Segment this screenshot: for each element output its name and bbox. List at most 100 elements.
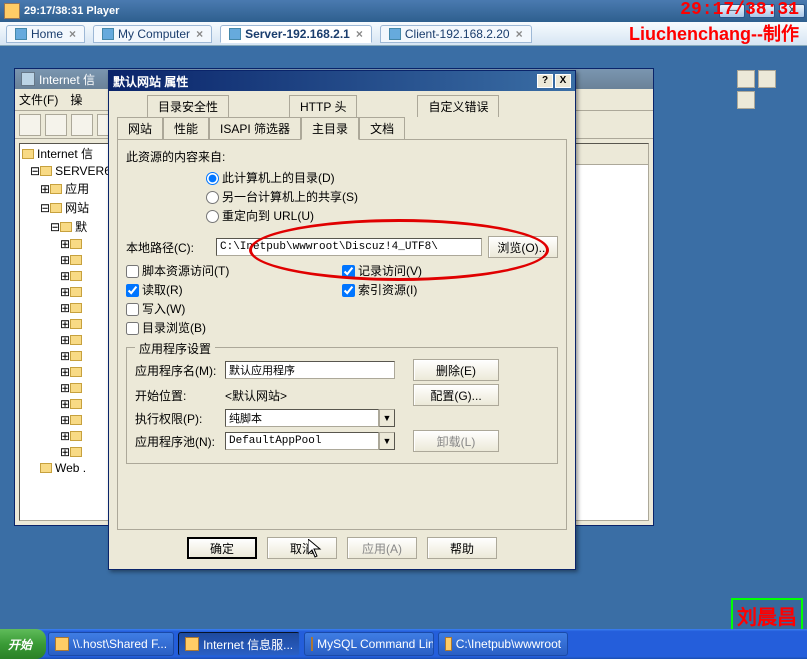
folder-icon (70, 415, 82, 425)
radio-redirect[interactable]: 重定向到 URL(U) (206, 207, 558, 224)
tab-documents[interactable]: 文档 (359, 117, 405, 139)
tab-website[interactable]: 网站 (117, 117, 163, 139)
bg-close-button[interactable] (737, 91, 755, 109)
check-script-access[interactable]: 脚本资源访问(T) (126, 262, 342, 279)
exec-perm-combo[interactable] (225, 409, 379, 427)
tree-subfolder-9[interactable]: ⊞ (20, 364, 114, 380)
task-item-shared-folders[interactable]: \\.host\Shared F... (48, 632, 174, 656)
bg-maximize-button[interactable] (758, 70, 776, 88)
tab-home[interactable]: Home× (6, 25, 85, 43)
local-path-input[interactable] (216, 238, 482, 256)
app-pool-combo[interactable] (225, 432, 379, 450)
tree-subfolder-2[interactable]: ⊞ (20, 252, 114, 268)
vmware-title: 29:17/38:31 Player (24, 5, 717, 17)
folder-icon (55, 637, 69, 651)
tree-subfolder-11[interactable]: ⊞ (20, 396, 114, 412)
browse-button[interactable]: 浏览(O)... (488, 236, 558, 258)
tree-subfolder-10[interactable]: ⊞ (20, 380, 114, 396)
app-name-input[interactable] (225, 361, 395, 379)
guest-desktop: Internet 信 文件(F) 操 Internet 信 ⊟ SERVER6 … (0, 46, 807, 659)
tree-apppools[interactable]: ⊞ 应用 (20, 179, 114, 198)
check-read[interactable]: 读取(R) (126, 281, 342, 298)
tab-my-computer[interactable]: My Computer× (93, 25, 212, 43)
apply-button[interactable]: 应用(A) (347, 537, 417, 559)
close-icon[interactable]: × (516, 27, 523, 41)
tree-websites[interactable]: ⊟ 网站 (20, 198, 114, 217)
toolbar-back[interactable] (19, 114, 41, 136)
tree-server[interactable]: ⊟ SERVER6 (20, 163, 114, 179)
dialog-button-row: 确定 取消 应用(A) 帮助 (109, 537, 575, 559)
radio-share[interactable]: 另一台计算机上的共享(S) (206, 188, 558, 205)
help-button[interactable]: ? (537, 74, 553, 88)
iis-icon (185, 637, 199, 651)
check-dir-browse[interactable]: 目录浏览(B) (126, 319, 342, 336)
tab-http-header[interactable]: HTTP 头 (289, 95, 357, 117)
task-item-wwwroot[interactable]: C:\Inetpub\wwwroot (438, 632, 568, 656)
server-icon (22, 149, 34, 159)
tree-subfolder-4[interactable]: ⊞ (20, 284, 114, 300)
iis-title-text: Internet 信 (39, 71, 95, 88)
iis-icon (21, 72, 35, 86)
close-icon[interactable]: × (196, 27, 203, 41)
tree-subfolder-14[interactable]: ⊞ (20, 444, 114, 460)
app-pool-label: 应用程序池(N): (135, 433, 225, 450)
task-item-iis[interactable]: Internet 信息服... (178, 632, 300, 656)
folder-icon (445, 637, 452, 651)
check-index[interactable]: 索引资源(I) (342, 281, 558, 298)
chevron-down-icon[interactable]: ▼ (379, 432, 395, 450)
check-write[interactable]: 写入(W) (126, 300, 342, 317)
app-settings-legend: 应用程序设置 (135, 340, 215, 357)
task-item-mysql[interactable]: MySQL Command Lin... (304, 632, 434, 656)
config-button[interactable]: 配置(G)... (413, 384, 499, 406)
ok-button[interactable]: 确定 (187, 537, 257, 559)
radio-local-dir[interactable]: 此计算机上的目录(D) (206, 169, 558, 186)
tree-subfolder-13[interactable]: ⊞ (20, 428, 114, 444)
tab-server[interactable]: Server-192.168.2.1× (220, 25, 372, 43)
check-log-visits[interactable]: 记录访问(V) (342, 262, 558, 279)
iis-tree[interactable]: Internet 信 ⊟ SERVER6 ⊞ 应用 ⊟ 网站 ⊟ 默 ⊞ ⊞ ⊞… (19, 143, 115, 521)
close-icon[interactable]: × (69, 27, 76, 41)
folder-icon (70, 271, 82, 281)
tree-subfolder-5[interactable]: ⊞ (20, 300, 114, 316)
taskbar: 开始 \\.host\Shared F... Internet 信息服... M… (0, 629, 807, 659)
bg-minimize-button[interactable] (737, 70, 755, 88)
unload-button[interactable]: 卸载(L) (413, 430, 499, 452)
menu-action[interactable]: 操 (70, 91, 82, 108)
tree-subfolder-12[interactable]: ⊞ (20, 412, 114, 428)
tree-root[interactable]: Internet 信 (20, 144, 114, 163)
tree-subfolder-3[interactable]: ⊞ (20, 268, 114, 284)
tree-default-site[interactable]: ⊟ 默 (20, 217, 114, 236)
content-source-radios: 此计算机上的目录(D) 另一台计算机上的共享(S) 重定向到 URL(U) (206, 169, 558, 224)
help-button[interactable]: 帮助 (427, 537, 497, 559)
start-point-label: 开始位置: (135, 387, 225, 404)
tree-subfolder-8[interactable]: ⊞ (20, 348, 114, 364)
tree-subfolder-6[interactable]: ⊞ (20, 316, 114, 332)
start-point-value: <默认网站> (225, 387, 395, 404)
tab-custom-errors[interactable]: 自定义错误 (417, 95, 499, 117)
folder-icon (50, 203, 62, 213)
home-icon (15, 28, 27, 40)
chevron-down-icon[interactable]: ▼ (379, 409, 395, 427)
start-button[interactable]: 开始 (0, 629, 46, 659)
menu-file[interactable]: 文件(F) (19, 91, 58, 108)
tab-strip: 目录安全性 HTTP 头 自定义错误 网站 性能 ISAPI 筛选器 主目录 文… (117, 95, 567, 140)
dialog-titlebar[interactable]: 默认网站 属性 ? X (109, 71, 575, 91)
tab-dir-security[interactable]: 目录安全性 (147, 95, 229, 117)
close-button[interactable]: X (555, 74, 571, 88)
tab-performance[interactable]: 性能 (163, 117, 209, 139)
computer-icon (102, 28, 114, 40)
tree-subfolder-1[interactable]: ⊞ (20, 236, 114, 252)
folder-icon (70, 319, 82, 329)
tab-panel-home-dir: 此资源的内容来自: 此计算机上的目录(D) 另一台计算机上的共享(S) 重定向到… (117, 140, 567, 530)
tab-isapi[interactable]: ISAPI 筛选器 (209, 117, 301, 139)
tab-home-dir[interactable]: 主目录 (301, 117, 359, 140)
tree-webext[interactable]: Web . (20, 460, 114, 476)
cancel-button[interactable]: 取消 (267, 537, 337, 559)
toolbar-up[interactable] (71, 114, 93, 136)
remove-button[interactable]: 删除(E) (413, 359, 499, 381)
watermark-time: 29:17/38:31 (680, 0, 799, 20)
tab-client[interactable]: Client-192.168.2.20× (380, 25, 532, 43)
tree-subfolder-7[interactable]: ⊞ (20, 332, 114, 348)
toolbar-forward[interactable] (45, 114, 67, 136)
close-icon[interactable]: × (356, 27, 363, 41)
